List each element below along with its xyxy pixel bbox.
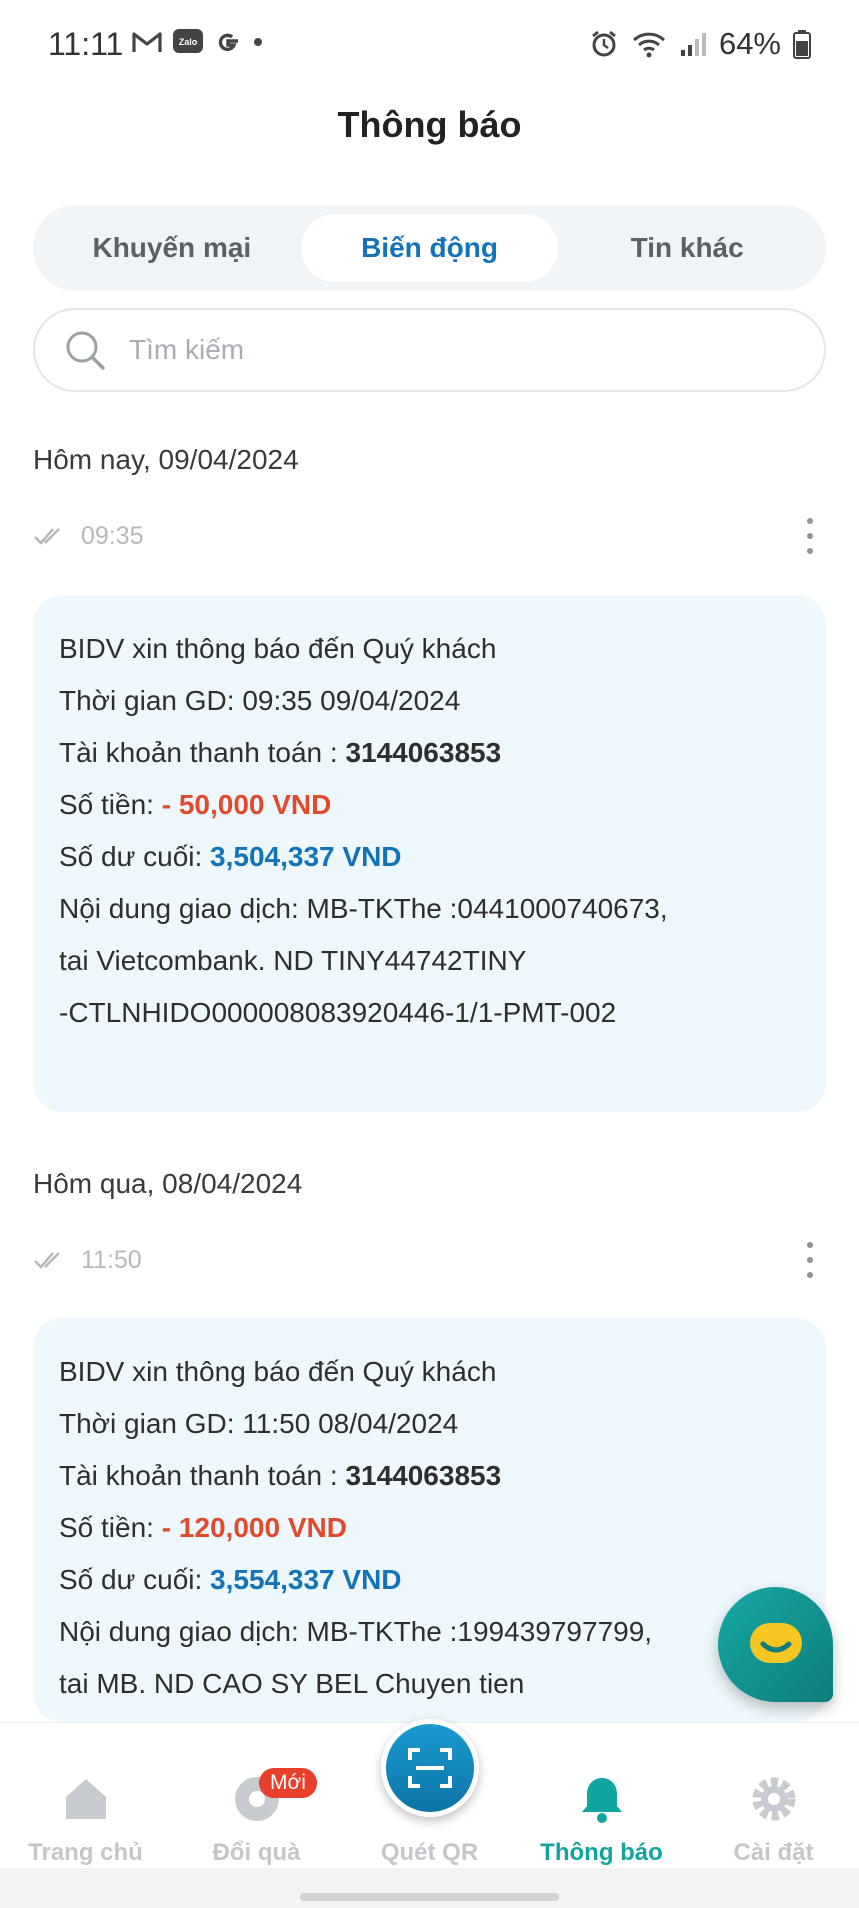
account-label: Tài khoản thanh toán : bbox=[59, 1460, 346, 1491]
chat-smile-icon bbox=[749, 1622, 802, 1663]
nav-label: Quét QR bbox=[380, 1839, 479, 1866]
card-content-line: -CTLNHIDO000008083920446-1/1-PMT-002 bbox=[59, 997, 617, 1028]
card-content-line: tai Vietcombank. ND TINY44742TINY bbox=[59, 945, 527, 976]
notification-card[interactable]: BIDV xin thông báo đến Quý khách Thời gi… bbox=[33, 1318, 826, 1722]
status-time: 11:11 bbox=[48, 26, 124, 62]
notification-time: 11:50 bbox=[81, 1245, 142, 1274]
double-check-icon bbox=[34, 528, 60, 545]
nav-rewards[interactable]: Đổi quà bbox=[171, 1723, 342, 1869]
status-bar: 11:11 Zalo 64% bbox=[0, 0, 859, 88]
bell-icon bbox=[581, 1778, 622, 1823]
zalo-icon: Zalo bbox=[173, 29, 203, 53]
card-balance-line: Số dư cuối: 3,554,337 VND bbox=[59, 1554, 800, 1606]
alarm-icon bbox=[592, 30, 616, 57]
tab-other-news[interactable]: Tin khác bbox=[558, 214, 816, 282]
notification-time-row: 09:35 bbox=[33, 516, 826, 556]
page-title: Thông báo bbox=[337, 104, 522, 145]
search-box[interactable] bbox=[33, 308, 826, 392]
card-amount-line: Số tiền: - 120,000 VND bbox=[59, 1502, 800, 1554]
double-check-icon bbox=[34, 1252, 60, 1269]
nav-notifications[interactable]: Thông báo bbox=[516, 1723, 687, 1869]
card-account-line: Tài khoản thanh toán : 3144063853 bbox=[59, 727, 800, 779]
account-label: Tài khoản thanh toán : bbox=[59, 737, 346, 768]
account-number: 3144063853 bbox=[345, 737, 502, 768]
signal-icon bbox=[680, 33, 706, 56]
notification-card[interactable]: BIDV xin thông báo đến Quý khách Thời gi… bbox=[33, 595, 826, 1112]
home-icon bbox=[65, 1779, 106, 1819]
nav-label: Thông báo bbox=[540, 1839, 663, 1866]
notification-time-row: 11:50 bbox=[33, 1240, 826, 1280]
search-input[interactable] bbox=[129, 334, 729, 366]
tab-promotions[interactable]: Khuyến mại bbox=[43, 214, 301, 282]
nav-label: Cài đặt bbox=[733, 1839, 814, 1866]
google-icon bbox=[218, 33, 238, 52]
more-options-icon[interactable] bbox=[800, 1242, 820, 1278]
nav-settings[interactable]: Cài đặt bbox=[688, 1723, 859, 1869]
status-app-icons: Zalo bbox=[132, 28, 264, 56]
card-transaction-time: Thời gian GD: 11:50 08/04/2024 bbox=[59, 1408, 459, 1439]
battery-percent: 64% bbox=[718, 26, 781, 61]
tab-bar: Khuyến mại Biến động Tin khác bbox=[33, 205, 826, 291]
card-transaction-time: Thời gian GD: 09:35 09/04/2024 bbox=[59, 685, 461, 716]
scan-qr-button[interactable] bbox=[381, 1719, 479, 1817]
card-amount-line: Số tiền: - 50,000 VND bbox=[59, 779, 800, 831]
new-badge: Mới bbox=[259, 1768, 317, 1798]
dot-icon bbox=[254, 38, 262, 46]
amount-label: Số tiền: bbox=[59, 789, 162, 820]
system-nav-bar bbox=[0, 1868, 859, 1908]
account-number: 3144063853 bbox=[345, 1460, 502, 1491]
amount-value: - 50,000 VND bbox=[161, 789, 332, 820]
amount-label: Số tiền: bbox=[59, 1512, 162, 1543]
date-header-today: Hôm nay, 09/04/2024 bbox=[33, 444, 299, 475]
nav-label: Đổi quà bbox=[212, 1839, 301, 1866]
date-header-yesterday: Hôm qua, 08/04/2024 bbox=[33, 1168, 303, 1199]
qr-scan-icon bbox=[408, 1748, 452, 1788]
balance-label: Số dư cuối: bbox=[59, 841, 211, 872]
battery-icon bbox=[793, 30, 811, 59]
balance-label: Số dư cuối: bbox=[59, 1564, 211, 1595]
card-greeting: BIDV xin thông báo đến Quý khách bbox=[59, 633, 497, 664]
nav-home[interactable]: Trang chủ bbox=[0, 1723, 171, 1869]
balance-value: 3,554,337 VND bbox=[210, 1564, 402, 1595]
tab-balance-changes[interactable]: Biến động bbox=[300, 214, 559, 282]
card-account-line: Tài khoản thanh toán : 3144063853 bbox=[59, 1450, 800, 1502]
gmail-icon bbox=[132, 32, 162, 52]
card-greeting: BIDV xin thông báo đến Quý khách bbox=[59, 1356, 497, 1387]
card-balance-line: Số dư cuối: 3,504,337 VND bbox=[59, 831, 800, 883]
balance-value: 3,504,337 VND bbox=[210, 841, 402, 872]
svg-text:Zalo: Zalo bbox=[179, 37, 198, 47]
search-icon bbox=[66, 331, 105, 370]
more-options-icon[interactable] bbox=[800, 518, 820, 554]
card-content-line: Nội dung giao dịch: MB-TKThe :0441000740… bbox=[59, 893, 668, 924]
gear-icon bbox=[752, 1777, 795, 1821]
wifi-icon bbox=[632, 32, 665, 58]
status-right: 64% bbox=[589, 26, 811, 62]
card-content-line: Nội dung giao dịch: MB-TKThe :1994397977… bbox=[59, 1616, 653, 1647]
chat-support-button[interactable] bbox=[718, 1587, 833, 1702]
card-content-line: tai MB. ND CAO SY BEL Chuyen tien bbox=[59, 1668, 525, 1699]
home-indicator[interactable] bbox=[300, 1893, 559, 1901]
amount-value: - 120,000 VND bbox=[161, 1512, 347, 1543]
notification-time: 09:35 bbox=[81, 521, 144, 550]
nav-label: Trang chủ bbox=[28, 1839, 143, 1866]
